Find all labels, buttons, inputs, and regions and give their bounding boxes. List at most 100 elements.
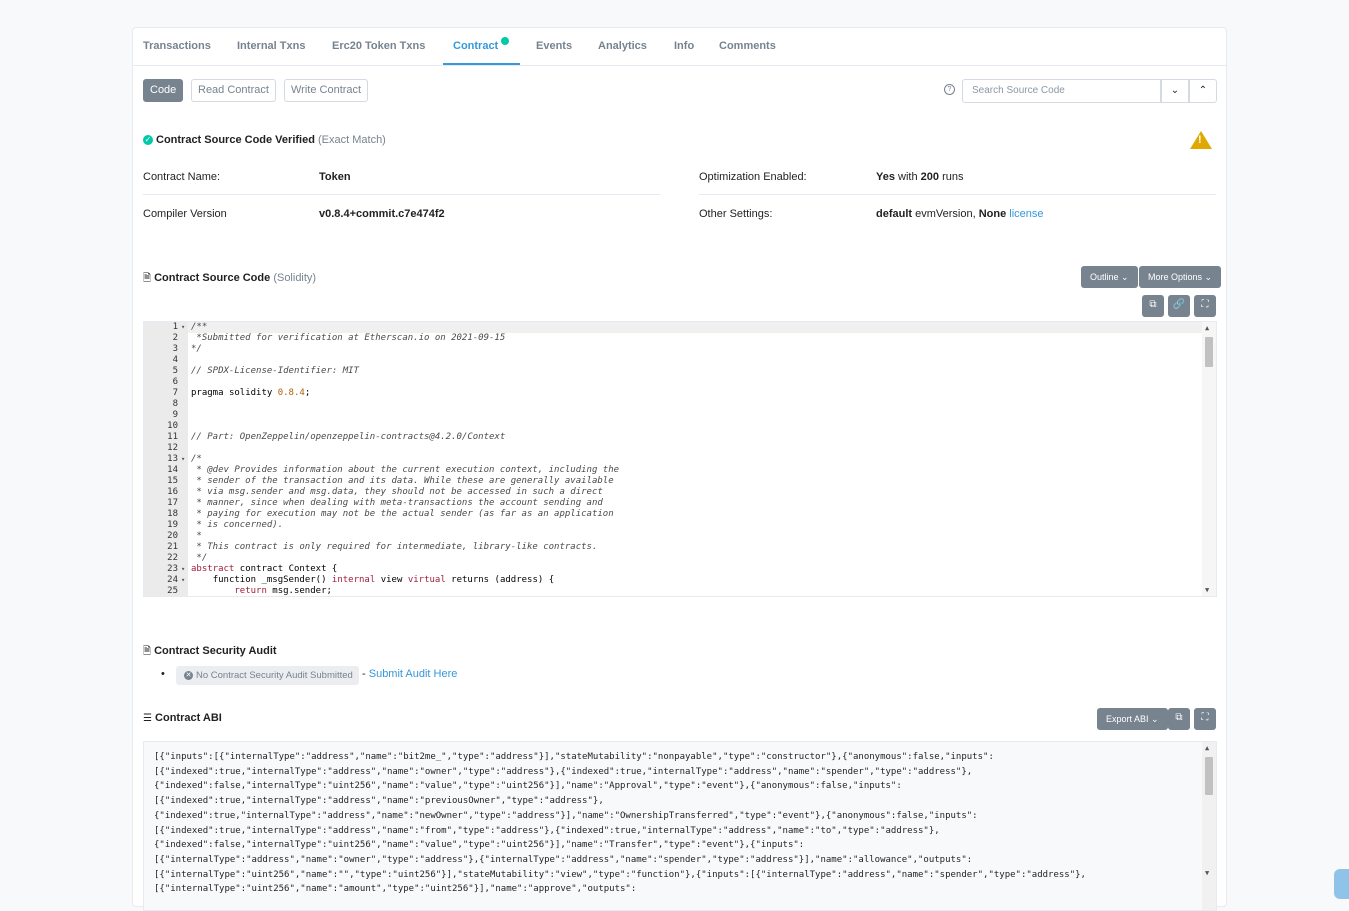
code-line: */ bbox=[191, 344, 202, 354]
fold-toggle-icon[interactable]: ▾ bbox=[181, 455, 185, 463]
tab-info[interactable]: Info bbox=[674, 28, 694, 65]
line-number: 17 bbox=[167, 498, 178, 508]
file-code-icon: 🗎 bbox=[143, 273, 152, 284]
search-next-button[interactable]: ⌄ bbox=[1161, 79, 1189, 103]
audit-dash: - bbox=[362, 668, 366, 680]
read-contract-subtab[interactable]: Read Contract bbox=[191, 79, 276, 102]
export-abi-button[interactable]: Export ABI ⌄ bbox=[1097, 708, 1168, 730]
abi-line: [{"internalType":"address","name":"owner… bbox=[154, 854, 973, 865]
scroll-up-icon[interactable]: ▲ bbox=[1205, 744, 1209, 752]
audit-heading: 🗎 Contract Security Audit bbox=[143, 644, 277, 661]
file-icon: 🗎 bbox=[143, 646, 152, 657]
line-number: 1 bbox=[172, 322, 178, 332]
code-line: * @dev Provides information about the cu… bbox=[191, 465, 620, 475]
active-line-highlight bbox=[188, 322, 1202, 333]
abi-line: {"indexed":false,"internalType":"uint256… bbox=[154, 781, 902, 792]
abi-line: [{"inputs":[{"internalType":"address","n… bbox=[154, 752, 994, 762]
abi-line: [{"indexed":true,"internalType":"address… bbox=[154, 796, 604, 807]
code-line: * via msg.sender and msg.data, they shou… bbox=[191, 487, 603, 497]
chevron-down-icon: ⌄ bbox=[1151, 714, 1159, 724]
abi-scrollbar[interactable]: ▲ ▼ bbox=[1202, 742, 1216, 910]
scroll-up-icon[interactable]: ▲ bbox=[1205, 324, 1209, 332]
copy-abi-button[interactable]: ⧉ bbox=[1168, 708, 1190, 730]
abi-textarea[interactable]: [{"inputs":[{"internalType":"address","n… bbox=[143, 741, 1217, 911]
line-number: 3 bbox=[172, 344, 178, 354]
line-number: 23 bbox=[167, 564, 178, 574]
line-number: 8 bbox=[172, 399, 178, 409]
more-options-button[interactable]: More Options ⌄ bbox=[1139, 266, 1222, 288]
abi-heading: ☰ Contract ABI bbox=[143, 712, 222, 724]
fullscreen-abi-button[interactable]: ⛶ bbox=[1194, 708, 1216, 730]
audit-link-wrap: - Submit Audit Here bbox=[362, 668, 457, 680]
tab-comments[interactable]: Comments bbox=[719, 28, 776, 65]
scroll-down-icon[interactable]: ▼ bbox=[1205, 586, 1209, 594]
other-settings-value: default evmVersion, None license bbox=[876, 208, 1044, 220]
help-widget-button[interactable] bbox=[1334, 869, 1349, 899]
link-source-button[interactable]: 🔗 bbox=[1168, 295, 1190, 317]
line-number: 9 bbox=[172, 410, 178, 420]
code-line: * bbox=[191, 531, 202, 541]
bullet: • bbox=[161, 668, 165, 680]
line-number: 20 bbox=[167, 531, 178, 541]
line-number: 22 bbox=[167, 553, 178, 563]
tab-erc20-token-txns[interactable]: Erc20 Token Txns bbox=[332, 28, 425, 65]
line-number: 14 bbox=[167, 465, 178, 475]
opt-yes: Yes bbox=[876, 171, 895, 183]
chevron-down-icon: ⌄ bbox=[1204, 272, 1213, 282]
line-number: 11 bbox=[167, 432, 178, 442]
tab-contract[interactable]: Contract bbox=[443, 28, 520, 65]
divider bbox=[699, 194, 1216, 195]
line-number: 19 bbox=[167, 520, 178, 530]
help-icon[interactable]: ? bbox=[944, 84, 955, 95]
tab-analytics[interactable]: Analytics bbox=[598, 28, 647, 65]
outline-button[interactable]: Outline ⌄ bbox=[1081, 266, 1138, 288]
abi-title: Contract ABI bbox=[155, 712, 222, 724]
fullscreen-source-button[interactable]: ⛶ bbox=[1194, 295, 1216, 317]
search-prev-button[interactable]: ⌃ bbox=[1189, 79, 1217, 103]
more-options-label: More Options bbox=[1148, 272, 1203, 282]
tab-transactions[interactable]: Transactions bbox=[143, 28, 211, 65]
contract-card: Transactions Internal Txns Erc20 Token T… bbox=[132, 27, 1227, 911]
tab-internal-txns[interactable]: Internal Txns bbox=[237, 28, 305, 65]
times-circle-icon: ✕ bbox=[184, 670, 193, 680]
audit-title: Contract Security Audit bbox=[154, 645, 277, 657]
editor-scrollbar[interactable]: ▲ ▼ bbox=[1202, 322, 1216, 596]
write-contract-subtab[interactable]: Write Contract bbox=[284, 79, 369, 102]
search-source-input[interactable]: Search Source Code bbox=[962, 79, 1161, 103]
code-line: * is concerned). bbox=[191, 520, 284, 530]
abi-line: {"indexed":true,"internalType":"address"… bbox=[154, 810, 978, 821]
chevron-down-icon: ⌄ bbox=[1170, 85, 1180, 96]
fold-toggle-icon[interactable]: ▾ bbox=[181, 576, 185, 584]
expand-icon: ⛶ bbox=[1201, 712, 1209, 723]
line-number: 24 bbox=[167, 575, 178, 585]
link-icon: 🔗 bbox=[1172, 299, 1186, 310]
other-default: default bbox=[876, 208, 913, 220]
scroll-thumb[interactable] bbox=[1205, 337, 1213, 367]
code-line: return msg.sender; bbox=[234, 586, 332, 596]
source-code-editor[interactable]: 1 ▾/** 2 *Submitted for verification at Et… bbox=[143, 321, 1217, 597]
verified-match: (Exact Match) bbox=[318, 134, 386, 146]
abi-line: [{"indexed":true,"internalType":"address… bbox=[154, 766, 973, 777]
tab-events[interactable]: Events bbox=[536, 28, 572, 65]
scroll-down-icon[interactable]: ▼ bbox=[1205, 869, 1209, 877]
copy-source-button[interactable]: ⧉ bbox=[1142, 295, 1164, 317]
opt-runs: 200 bbox=[920, 171, 940, 183]
license-link[interactable]: license bbox=[1009, 208, 1043, 220]
submit-audit-link[interactable]: Submit Audit Here bbox=[369, 668, 458, 680]
export-abi-label: Export ABI bbox=[1106, 714, 1149, 724]
optimization-value: Yes with 200 runs bbox=[876, 171, 963, 183]
code-line: */ bbox=[191, 553, 208, 563]
code-line: * paying for execution may not be the ac… bbox=[191, 509, 614, 519]
code-line: // SPDX-License-Identifier: MIT bbox=[191, 366, 359, 376]
abi-line: [{"indexed":true,"internalType":"address… bbox=[154, 825, 940, 836]
code-line: * sender of the transaction and its data… bbox=[191, 476, 614, 486]
line-number: 10 bbox=[167, 421, 178, 431]
fold-toggle-icon[interactable]: ▾ bbox=[181, 323, 185, 331]
source-lang: (Solidity) bbox=[273, 272, 317, 284]
outline-label: Outline bbox=[1090, 272, 1119, 282]
contract-name-label: Contract Name: bbox=[143, 171, 221, 183]
scroll-thumb[interactable] bbox=[1205, 757, 1213, 795]
code-subtab[interactable]: Code bbox=[143, 79, 184, 102]
fold-toggle-icon[interactable]: ▾ bbox=[181, 565, 185, 573]
warning-icon[interactable]: ! bbox=[1190, 131, 1212, 149]
